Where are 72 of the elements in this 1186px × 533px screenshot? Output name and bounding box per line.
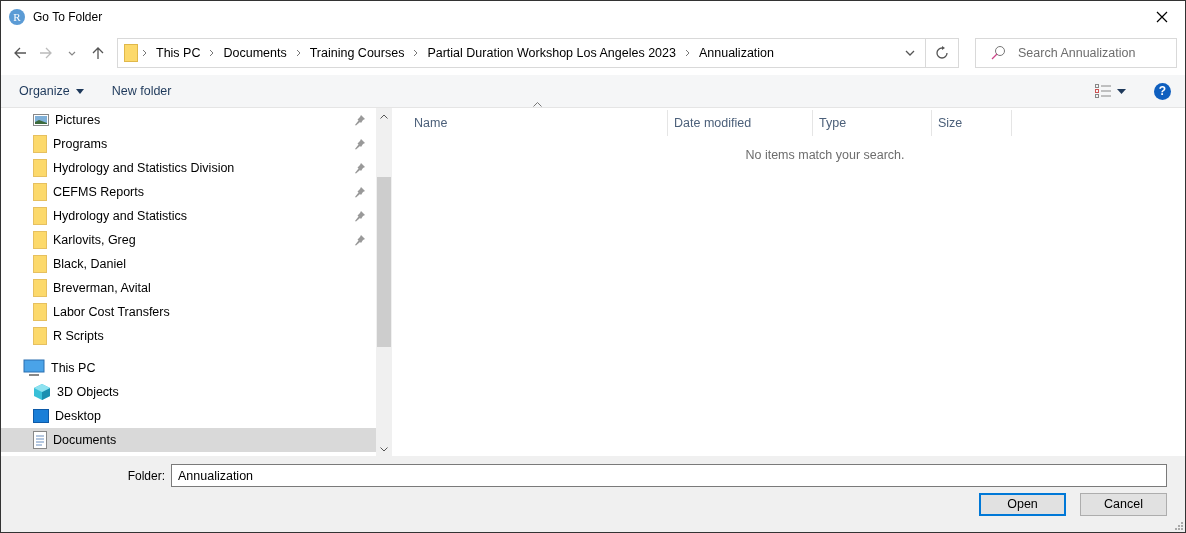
sidebar-item[interactable]: Programs (1, 132, 376, 156)
resize-grip-icon (1175, 522, 1183, 530)
new-folder-button[interactable]: New folder (101, 77, 182, 105)
close-icon (1156, 11, 1168, 23)
folder-icon (33, 135, 47, 153)
folder-icon (124, 44, 138, 62)
sidebar-item[interactable]: Hydrology and Statistics Division (1, 156, 376, 180)
field-label: Folder: (127, 467, 165, 485)
sidebar-item[interactable]: Desktop (1, 404, 376, 428)
breadcrumb[interactable]: Annualization (693, 43, 779, 63)
chevron-right-icon (295, 49, 301, 57)
address-bar[interactable]: This PC Documents Training Courses Partial Duration Workshop Los Angeles 2023 Annualization (117, 38, 959, 68)
chevron-down-icon (380, 447, 388, 452)
folder-icon (33, 303, 47, 321)
search-field[interactable]: Search Annualization (1016, 39, 1176, 67)
forward-arrow-icon (39, 46, 53, 60)
desktop-icon (33, 409, 49, 423)
caret-down-icon (75, 88, 84, 94)
breadcrumb[interactable]: Partial Duration Workshop Los Angeles 2023 (422, 43, 681, 63)
folder-icon (33, 279, 47, 297)
help-button[interactable]: ? (1154, 82, 1171, 100)
up-arrow-icon (91, 46, 105, 60)
sidebar-item[interactable]: Hydrology and Statistics (1, 204, 376, 228)
chevron-right-icon (684, 49, 690, 57)
dialog-button[interactable]: Open (979, 493, 1066, 516)
computer-icon (23, 359, 45, 377)
search-box[interactable]: Search Annualization (975, 38, 1177, 68)
scrollbar[interactable] (376, 108, 392, 456)
app-icon: R (9, 9, 25, 25)
details-view-icon (1095, 84, 1111, 98)
chevron-down-icon (904, 50, 915, 56)
folder-icon (33, 327, 47, 345)
chevron-right-icon (209, 49, 215, 57)
folder-icon (33, 159, 47, 177)
sidebar-item[interactable]: R Scripts (1, 324, 376, 348)
chevron-right-icon (413, 49, 419, 57)
sidebar-item[interactable]: 3D Objects (1, 380, 376, 404)
breadcrumb[interactable]: Documents (218, 43, 292, 63)
sidebar-item[interactable]: Black, Daniel (1, 252, 376, 276)
chevron-down-icon (68, 50, 76, 56)
caret-down-icon (1117, 88, 1126, 94)
folder-name-field[interactable]: Annualization (171, 464, 1167, 487)
sidebar-item[interactable]: This PC (1, 356, 376, 380)
refresh-icon (935, 46, 949, 60)
folder-icon (33, 231, 47, 249)
sidebar-item[interactable]: CEFMS Reports (1, 180, 376, 204)
folder-icon (33, 255, 47, 273)
scrollbar-thumb[interactable] (377, 177, 391, 347)
column-header[interactable]: Name (395, 110, 668, 136)
chevron-right-icon (142, 49, 147, 57)
empty-message: No items match your search. (744, 147, 906, 164)
sidebar-item[interactable]: Breverman, Avital (1, 276, 376, 300)
column-header[interactable]: Size (932, 110, 1012, 136)
folder-icon (33, 183, 47, 201)
organize-button[interactable]: Organize (9, 77, 94, 105)
column-header[interactable]: Type (813, 110, 932, 136)
breadcrumb[interactable]: Training Courses (304, 43, 410, 63)
search-icon (990, 45, 1006, 61)
document-icon (33, 431, 47, 449)
column-header[interactable]: Date modified (668, 110, 813, 136)
window-title: Go To Folder (33, 9, 103, 26)
pictures-icon (33, 114, 49, 126)
folder-icon (33, 207, 47, 225)
sidebar-item[interactable]: Documents (1, 428, 376, 452)
cube-icon (33, 383, 51, 401)
back-arrow-icon (13, 46, 27, 60)
sidebar-item[interactable]: Karlovits, Greg (1, 228, 376, 252)
dialog-button[interactable]: Cancel (1080, 493, 1167, 516)
sidebar-item[interactable]: Labor Cost Transfers (1, 300, 376, 324)
breadcrumb[interactable]: This PC (151, 43, 206, 63)
chevron-up-icon (380, 114, 388, 119)
sidebar-item[interactable]: Pictures (1, 108, 376, 132)
